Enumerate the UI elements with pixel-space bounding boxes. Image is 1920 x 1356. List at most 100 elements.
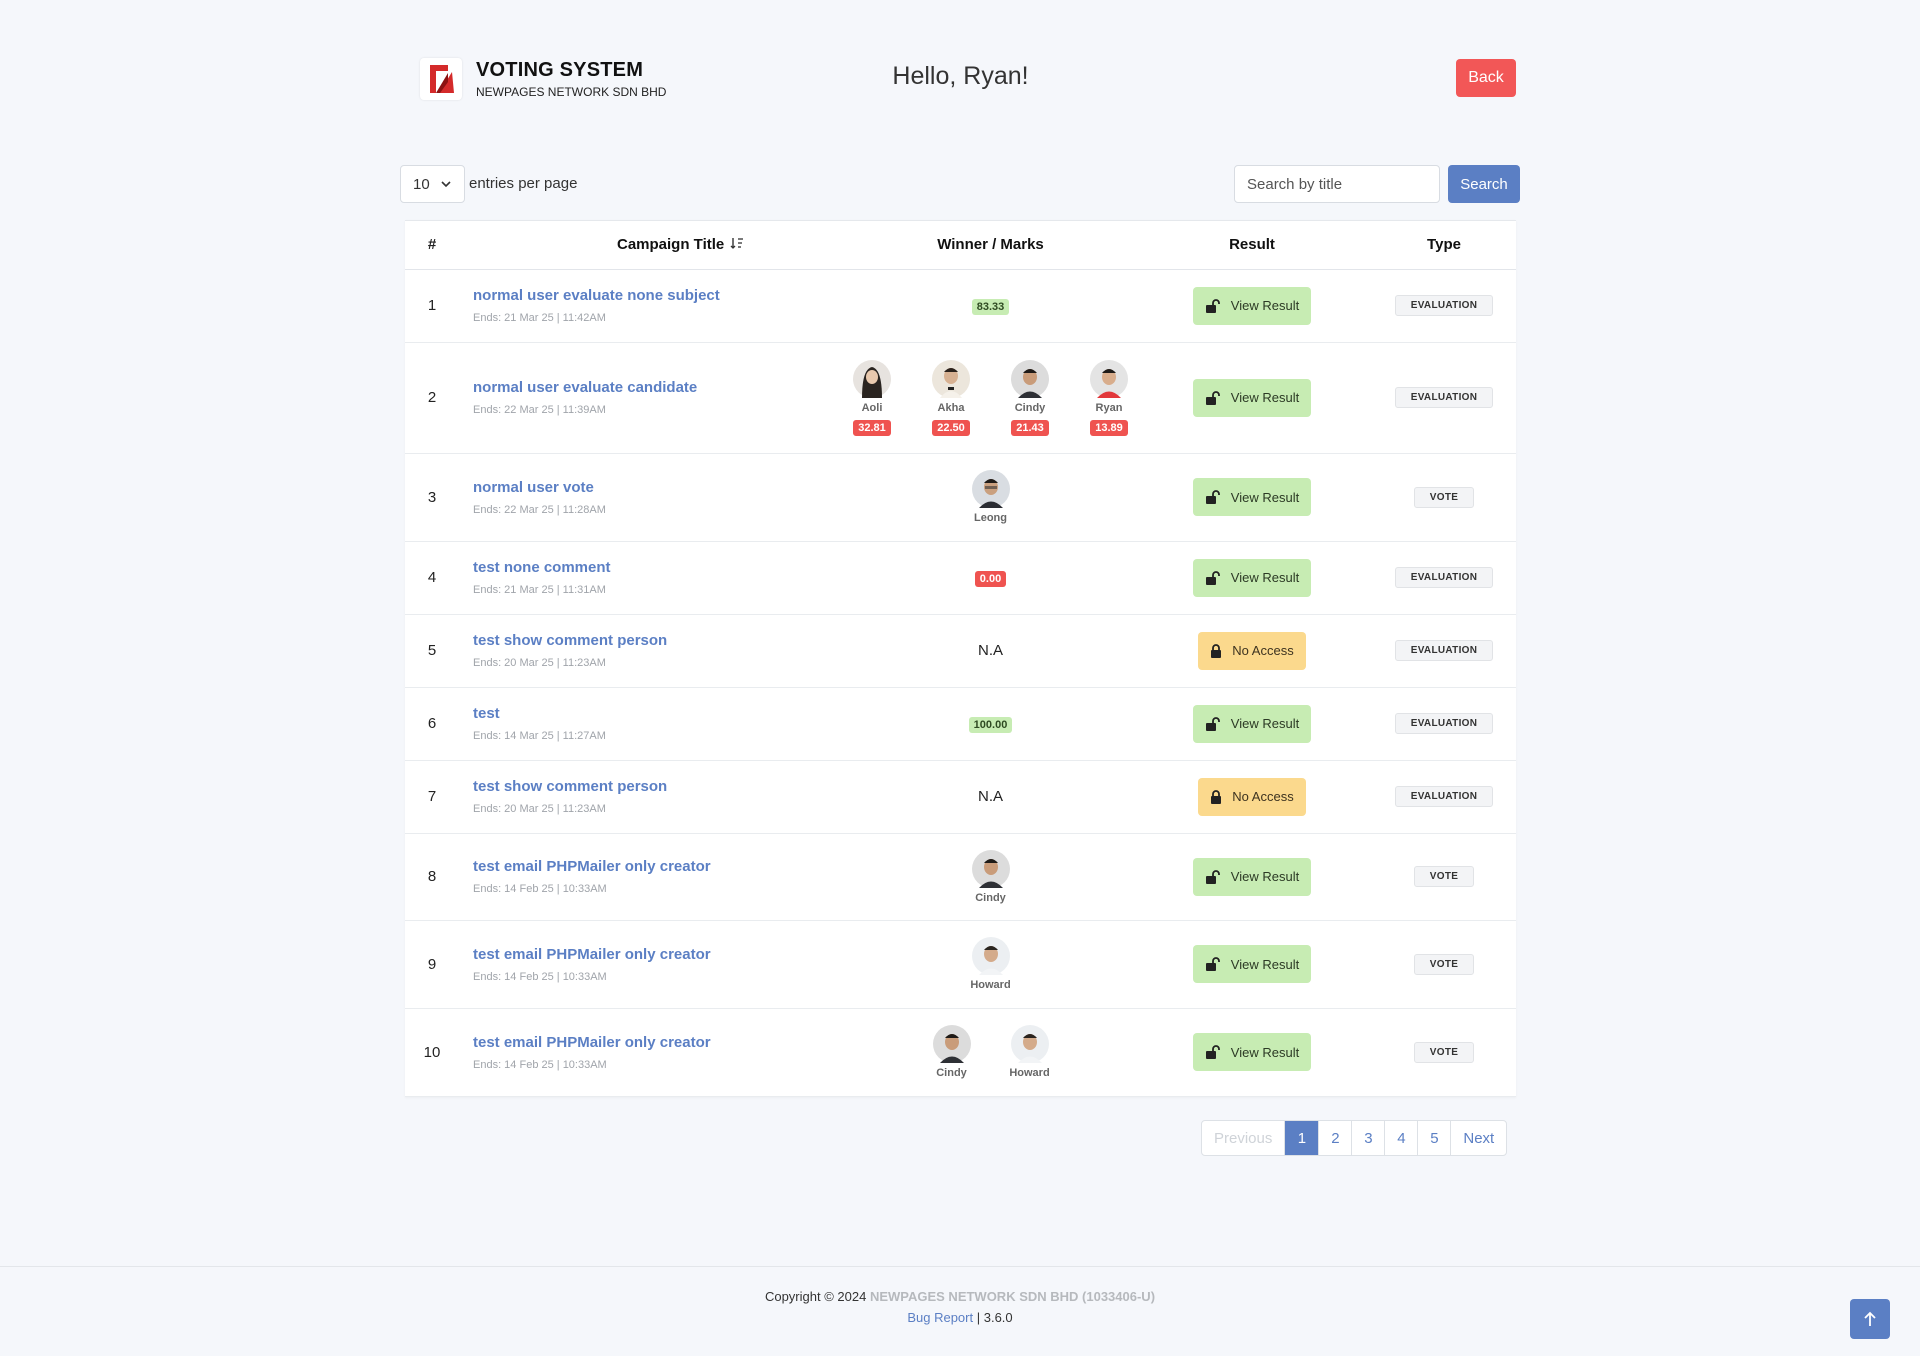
candidate-name: Howard bbox=[1009, 1067, 1050, 1079]
row-number: 10 bbox=[405, 1008, 459, 1097]
table-row: 7 test show comment person Ends: 20 Mar … bbox=[405, 760, 1516, 834]
table-row: 3 normal user vote Ends: 22 Mar 25 | 11:… bbox=[405, 453, 1516, 542]
score-badge: 22.50 bbox=[932, 419, 970, 436]
copyright: Copyright © 2024 NEWPAGES NETWORK SDN BH… bbox=[0, 1289, 1920, 1304]
footer-separator: | bbox=[976, 1310, 981, 1325]
header-num: # bbox=[405, 221, 459, 270]
header-result: Result bbox=[1132, 221, 1372, 270]
table-row: 10 test email PHPMailer only creator End… bbox=[405, 1008, 1516, 1097]
view-result-button[interactable]: View Result bbox=[1192, 378, 1312, 417]
table-row: 4 test none comment Ends: 21 Mar 25 | 11… bbox=[405, 541, 1516, 615]
no-access-label: No Access bbox=[1232, 643, 1294, 658]
row-number: 5 bbox=[405, 614, 459, 688]
view-result-button[interactable]: View Result bbox=[1192, 558, 1312, 597]
table-row: 8 test email PHPMailer only creator Ends… bbox=[405, 833, 1516, 921]
type-badge: VOTE bbox=[1413, 953, 1475, 975]
pagination-page-3[interactable]: 3 bbox=[1352, 1121, 1386, 1155]
unlock-icon bbox=[1205, 570, 1220, 585]
campaign-end-date: Ends: 21 Mar 25 | 11:42AM bbox=[473, 312, 606, 324]
chevron-down-icon bbox=[441, 181, 451, 188]
footer-links: Bug Report | 3.6.0 bbox=[0, 1310, 1920, 1325]
avatar bbox=[971, 849, 1010, 888]
avatar bbox=[932, 1025, 971, 1063]
campaign-table: # Campaign Title Winner / Marks Result T… bbox=[405, 220, 1516, 1097]
pagination-page-5[interactable]: 5 bbox=[1418, 1121, 1452, 1155]
campaign-title-link[interactable]: test none comment bbox=[473, 559, 849, 576]
campaign-title-link[interactable]: normal user evaluate candidate bbox=[473, 379, 849, 396]
candidate: Cindy bbox=[929, 1025, 975, 1079]
row-number: 8 bbox=[405, 833, 459, 921]
row-number: 6 bbox=[405, 687, 459, 761]
header-campaign-title[interactable]: Campaign Title bbox=[459, 221, 849, 270]
view-result-button[interactable]: View Result bbox=[1192, 1033, 1312, 1071]
table-row: 6 test Ends: 14 Mar 25 | 11:27AM 100.00 … bbox=[405, 687, 1516, 761]
campaign-end-date: Ends: 14 Feb 25 | 10:33AM bbox=[473, 1058, 607, 1071]
no-access-button[interactable]: No Access bbox=[1198, 631, 1306, 670]
unlock-icon bbox=[1205, 716, 1220, 731]
pagination: Previous 1 2 3 4 5 Next bbox=[1201, 1120, 1508, 1156]
candidate-name: Cindy bbox=[1014, 401, 1046, 414]
no-access-button[interactable]: No Access bbox=[1198, 777, 1306, 816]
candidate-name: Leong bbox=[974, 512, 1007, 524]
copyright-text: Copyright © 2024 bbox=[764, 1289, 867, 1304]
avatar bbox=[1011, 359, 1049, 398]
campaign-title-link[interactable]: test bbox=[473, 705, 849, 722]
candidate-name: Cindy bbox=[936, 1067, 967, 1079]
pagination-page-1[interactable]: 1 bbox=[1285, 1121, 1320, 1155]
view-result-button[interactable]: View Result bbox=[1192, 704, 1312, 743]
pagination-previous[interactable]: Previous bbox=[1202, 1121, 1286, 1155]
campaign-title-link[interactable]: normal user vote bbox=[473, 479, 849, 496]
row-number: 3 bbox=[405, 453, 459, 542]
avatar bbox=[971, 937, 1010, 975]
unlock-icon bbox=[1205, 869, 1220, 884]
back-button[interactable]: Back bbox=[1456, 59, 1516, 97]
campaign-title-link[interactable]: test email PHPMailer only creator bbox=[473, 858, 849, 875]
campaign-end-date: Ends: 14 Feb 25 | 10:33AM bbox=[473, 970, 607, 983]
campaign-end-date: Ends: 21 Mar 25 | 11:31AM bbox=[473, 584, 606, 596]
candidate: Cindy bbox=[968, 849, 1014, 904]
footer: Copyright © 2024 NEWPAGES NETWORK SDN BH… bbox=[0, 1266, 1920, 1356]
pagination-page-2[interactable]: 2 bbox=[1319, 1121, 1353, 1155]
candidate: Akha 22.50 bbox=[928, 359, 974, 436]
avatar bbox=[1090, 359, 1128, 398]
campaign-title-link[interactable]: test show comment person bbox=[473, 632, 849, 649]
lock-icon bbox=[1211, 789, 1222, 804]
candidate: Aoli 32.81 bbox=[849, 359, 895, 436]
score-badge: 13.89 bbox=[1090, 419, 1128, 436]
view-result-button[interactable]: View Result bbox=[1192, 945, 1312, 983]
unlock-icon bbox=[1205, 957, 1220, 971]
search-button[interactable]: Search bbox=[1448, 165, 1520, 203]
view-result-button[interactable]: View Result bbox=[1192, 286, 1312, 325]
avatar bbox=[971, 470, 1010, 508]
arrow-up-icon bbox=[1864, 1311, 1876, 1326]
score-badge: 21.43 bbox=[1011, 419, 1049, 436]
view-result-label: View Result bbox=[1230, 489, 1300, 505]
table-row: 5 test show comment person Ends: 20 Mar … bbox=[405, 614, 1516, 688]
campaign-title-link[interactable]: test email PHPMailer only creator bbox=[473, 946, 849, 963]
avatar bbox=[853, 359, 891, 398]
campaign-title-link[interactable]: test email PHPMailer only creator bbox=[473, 1034, 849, 1051]
header-winner: Winner / Marks bbox=[849, 221, 1132, 270]
pagination-page-4[interactable]: 4 bbox=[1385, 1121, 1419, 1155]
score-badge: 100.00 bbox=[968, 716, 1013, 733]
view-result-label: View Result bbox=[1230, 716, 1300, 731]
type-badge: VOTE bbox=[1413, 866, 1475, 887]
search-input[interactable] bbox=[1234, 165, 1440, 203]
bug-report-link[interactable]: Bug Report bbox=[907, 1310, 973, 1325]
view-result-button[interactable]: View Result bbox=[1192, 478, 1312, 516]
avatar bbox=[932, 359, 970, 398]
campaign-title-link[interactable]: normal user evaluate none subject bbox=[473, 287, 849, 304]
scroll-to-top-button[interactable] bbox=[1850, 1299, 1890, 1339]
winner-na: N.A bbox=[977, 787, 1003, 805]
campaign-end-date: Ends: 20 Mar 25 | 11:23AM bbox=[473, 803, 606, 815]
entries-per-page-select[interactable]: 10 bbox=[400, 165, 465, 203]
campaign-title-link[interactable]: test show comment person bbox=[473, 778, 849, 795]
lock-icon bbox=[1211, 643, 1222, 658]
row-number: 4 bbox=[405, 541, 459, 615]
view-result-button[interactable]: View Result bbox=[1192, 857, 1312, 896]
entries-label: entries per page bbox=[469, 175, 578, 192]
score-badge: 32.81 bbox=[853, 419, 891, 436]
sort-icon[interactable] bbox=[730, 236, 744, 250]
pagination-next[interactable]: Next bbox=[1451, 1121, 1506, 1155]
table-header-row: # Campaign Title Winner / Marks Result T… bbox=[405, 221, 1516, 270]
